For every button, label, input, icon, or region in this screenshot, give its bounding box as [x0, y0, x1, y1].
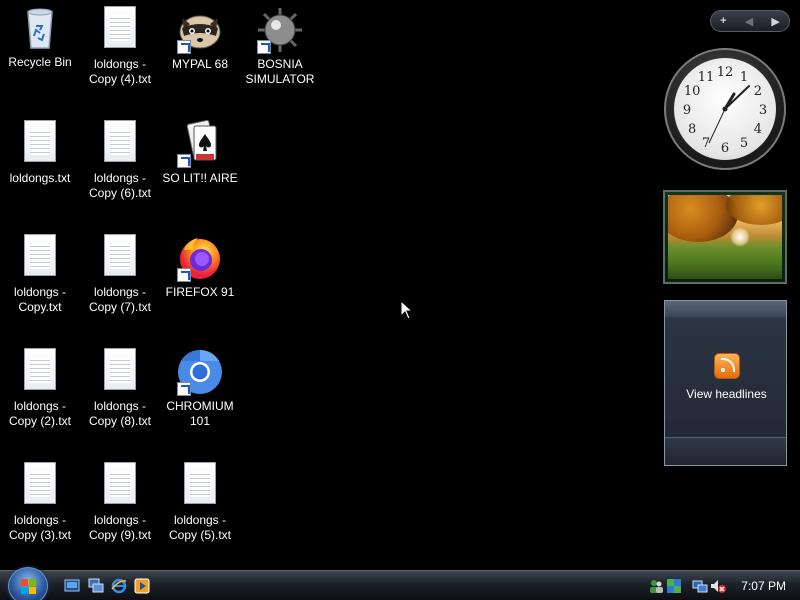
shortcut-arrow-icon: [177, 154, 191, 168]
shortcut-arrow-icon: [177, 268, 191, 282]
media-player-icon[interactable]: [134, 578, 150, 594]
taskbar: 7:07 PM: [0, 567, 800, 600]
volume-muted-icon[interactable]: [710, 578, 726, 594]
desktop-icon-bosnia-simulator[interactable]: BOSNIA SIMULATOR: [240, 2, 320, 102]
desktop-icon-loldongs-copy-6[interactable]: loldongs - Copy (6).txt: [80, 116, 160, 216]
windows-flag-icon: [21, 579, 37, 595]
previous-page-button[interactable]: ◀: [745, 15, 753, 28]
clock-numeral: 2: [754, 84, 762, 99]
users-icon[interactable]: [648, 578, 664, 594]
clock-gadget[interactable]: 12 1 2 3 4 5 6 7 8 9 10 11: [664, 48, 786, 170]
desktop-icon-label: loldongs - Copy (7).txt: [88, 285, 151, 314]
windows-update-icon[interactable]: [666, 578, 682, 594]
desktop-icon-loldongs-copy-9[interactable]: loldongs - Copy (9).txt: [80, 458, 160, 558]
clock-numeral: 3: [759, 103, 767, 118]
slideshow-photo: [668, 195, 782, 279]
desktop-icon-label: loldongs - Copy (9).txt: [88, 513, 151, 542]
mypal-raccoon-icon: [176, 6, 224, 54]
second-hand: [708, 108, 726, 144]
clock-dial: 12 12 3 45678 9 1011: [683, 65, 767, 156]
desktop-icon-firefox-91[interactable]: FIREFOX 91: [160, 230, 240, 330]
desktop-icon-label: loldongs.txt: [9, 171, 71, 185]
shortcut-arrow-icon: [257, 40, 271, 54]
shortcut-arrow-icon: [177, 382, 191, 396]
mine-icon: [256, 6, 304, 54]
clock-numeral: 7: [702, 136, 710, 151]
desktop-icon-label: FIREFOX 91: [165, 285, 235, 299]
desktop-icon-label: CHROMIUM 101: [166, 399, 234, 428]
desktop-icon-mypal-68[interactable]: MYPAL 68: [160, 2, 240, 102]
text-file-icon: [96, 6, 144, 54]
desktop-icon-chromium-101[interactable]: CHROMIUM 101: [160, 344, 240, 444]
clock-numeral: 10: [684, 84, 701, 99]
clock-numeral: 4: [754, 122, 762, 137]
taskbar-clock[interactable]: 7:07 PM: [741, 579, 786, 593]
rss-icon: [714, 353, 740, 379]
desktop[interactable]: Recycle Bin loldongs.txt loldongs - Copy…: [0, 0, 800, 570]
desktop-icon-label: BOSNIA SIMULATOR: [245, 57, 315, 86]
slideshow-gadget[interactable]: [663, 190, 787, 284]
clock-numeral: 11: [698, 70, 715, 85]
text-file-icon: [96, 120, 144, 168]
add-gadget-button[interactable]: +: [720, 15, 726, 27]
desktop-icon-label: SO LIT!! AIRE: [162, 171, 238, 185]
desktop-icon-label: loldongs - Copy (2).txt: [8, 399, 71, 428]
desktop-icon-loldongs-copy-4[interactable]: loldongs - Copy (4).txt: [80, 2, 160, 102]
show-desktop-icon[interactable]: [64, 578, 80, 594]
gadget-sidebar-toolbar: + ◀ ▶: [710, 10, 790, 32]
desktop-icon-loldongs-copy-8[interactable]: loldongs - Copy (8).txt: [80, 344, 160, 444]
text-file-icon: [96, 348, 144, 396]
clock-numeral: 6: [721, 141, 729, 156]
network-icon[interactable]: [692, 578, 708, 594]
solitaire-cards-icon: [176, 119, 224, 168]
clock-numeral: 12: [717, 65, 734, 80]
shortcut-arrow-icon: [177, 40, 191, 54]
desktop-icon-so-lit-aire[interactable]: SO LIT!! AIRE: [160, 116, 240, 216]
minute-hand: [724, 85, 750, 110]
recycle-bin-icon: [16, 4, 64, 52]
desktop-icon-label: loldongs - Copy (4).txt: [88, 57, 151, 86]
firefox-icon: [176, 234, 224, 282]
text-file-icon: [96, 234, 144, 282]
clock-numeral: 1: [740, 70, 748, 85]
mouse-pointer-icon: [400, 300, 414, 320]
text-file-icon: [16, 462, 64, 510]
text-file-icon: [96, 462, 144, 510]
desktop-icon-label: loldongs - Copy (8).txt: [88, 399, 151, 428]
clock-numeral: 5: [740, 136, 748, 151]
desktop-icon-label: MYPAL 68: [171, 57, 229, 71]
desktop-icon-label: Recycle Bin: [8, 55, 72, 69]
text-file-icon: [16, 120, 64, 168]
desktop-icon-loldongs-copy-7[interactable]: loldongs - Copy (7).txt: [80, 230, 160, 330]
text-file-icon: [16, 348, 64, 396]
desktop-icon-label: loldongs - Copy (3).txt: [8, 513, 71, 542]
start-button[interactable]: [8, 567, 48, 600]
clock-numeral: 9: [683, 103, 691, 118]
desktop-icon-loldongs-copy-2[interactable]: loldongs - Copy (2).txt: [0, 344, 80, 444]
desktop-icon-label: loldongs - Copy (5).txt: [168, 513, 231, 542]
feed-headlines-gadget[interactable]: View headlines: [664, 300, 787, 466]
desktop-icon-recycle-bin[interactable]: Recycle Bin: [0, 0, 80, 100]
view-headlines-label[interactable]: View headlines: [665, 387, 788, 401]
desktop-icon-loldongs-copy[interactable]: loldongs - Copy.txt: [0, 230, 80, 330]
desktop-icon-label: loldongs - Copy (6).txt: [88, 171, 151, 200]
text-file-icon: [176, 462, 224, 510]
chromium-icon: [176, 348, 224, 396]
clock-numeral: 8: [688, 122, 696, 137]
internet-explorer-icon[interactable]: [111, 578, 127, 594]
notification-area: 7:07 PM: [638, 571, 800, 600]
desktop-icon-label: loldongs - Copy.txt: [13, 285, 67, 314]
switch-windows-icon[interactable]: [88, 578, 104, 594]
clock-face: 12 1 2 3 4 5 6 7 8 9 10 11: [674, 58, 776, 160]
next-page-button[interactable]: ▶: [771, 15, 779, 28]
desktop-icon-loldongs-copy-5[interactable]: loldongs - Copy (5).txt: [160, 458, 240, 558]
desktop-icon-loldongs-copy-3[interactable]: loldongs - Copy (3).txt: [0, 458, 80, 558]
text-file-icon: [16, 234, 64, 282]
desktop-icon-loldongs-txt[interactable]: loldongs.txt: [0, 116, 80, 216]
